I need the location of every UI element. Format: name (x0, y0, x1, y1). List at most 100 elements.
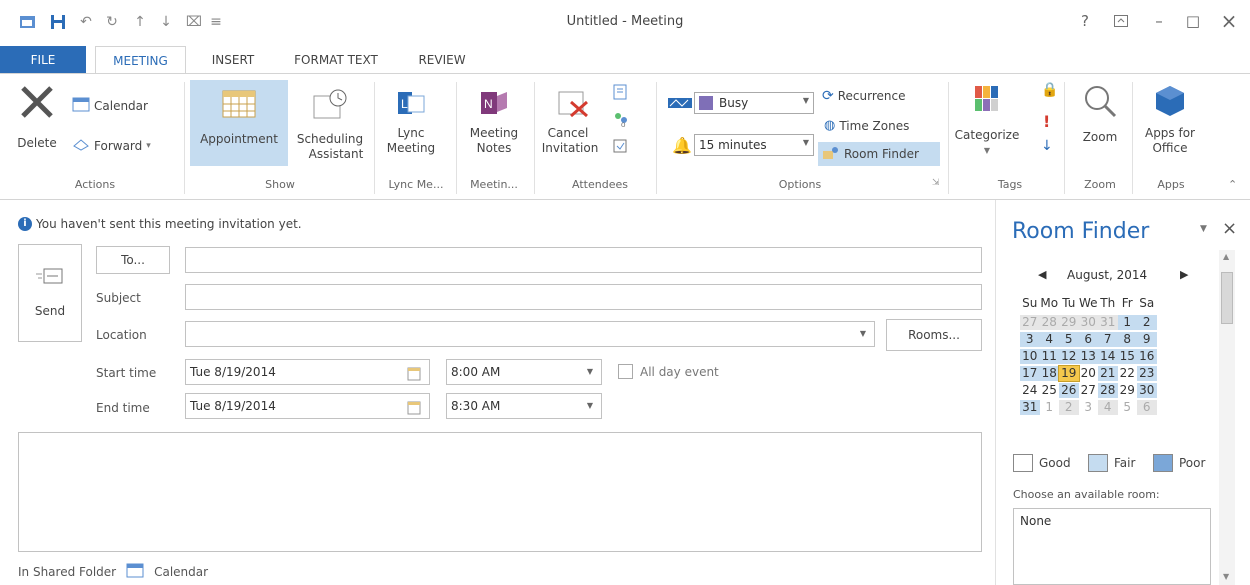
meeting-notes-button[interactable]: N Meeting Notes (462, 88, 526, 156)
apps-for-office-button[interactable]: Apps for Office (1138, 84, 1202, 156)
location-field[interactable]: ▼ (185, 321, 875, 347)
calendar-day[interactable]: 3 (1079, 400, 1099, 415)
calendar-day[interactable]: 17 (1020, 366, 1040, 381)
calendar-day[interactable]: 18 (1039, 366, 1059, 381)
check-names-icon[interactable]: o (612, 110, 630, 131)
response-options-icon[interactable] (612, 138, 628, 157)
calendar-day[interactable]: 2 (1137, 315, 1157, 330)
calendar-day[interactable]: 25 (1040, 383, 1060, 398)
calendar-day[interactable]: 2 (1059, 400, 1079, 415)
pane-options-icon[interactable]: ▼ (1200, 224, 1207, 234)
calendar-day[interactable]: 26 (1059, 383, 1079, 398)
calendar-day[interactable]: 27 (1020, 315, 1040, 330)
chevron-down-icon[interactable]: ▼ (860, 322, 866, 346)
delete-button[interactable]: Delete (14, 84, 60, 151)
calendar-day[interactable]: 10 (1020, 349, 1040, 364)
reminder-dropdown[interactable]: 15 minutes ▼ (694, 134, 814, 156)
to-field[interactable] (185, 247, 982, 273)
chevron-down-icon[interactable]: ▼ (587, 360, 593, 384)
calendar-day[interactable]: 6 (1078, 332, 1098, 347)
end-date-field[interactable]: Tue 8/19/2014 (185, 393, 430, 419)
calendar-day[interactable]: 9 (1137, 332, 1157, 347)
calendar-day[interactable]: 29 (1059, 315, 1079, 330)
calendar-day[interactable]: 20 (1079, 366, 1099, 381)
calendar-day[interactable]: 29 (1118, 383, 1138, 398)
minimize-button[interactable]: – (1146, 10, 1172, 32)
message-body[interactable] (18, 432, 982, 552)
address-book-icon[interactable] (612, 84, 628, 103)
appointment-button[interactable]: Appointment (190, 80, 288, 166)
calendar-day[interactable]: 6 (1137, 400, 1157, 415)
zoom-button[interactable]: Zoom (1074, 84, 1126, 145)
calendar-day[interactable]: 27 (1079, 383, 1099, 398)
start-time-field[interactable]: 8:00 AM ▼ (446, 359, 602, 385)
pane-scrollbar[interactable]: ▲ ▼ (1219, 250, 1235, 585)
calendar-day[interactable]: 31 (1098, 315, 1118, 330)
calendar-day-selected[interactable]: 19 (1058, 365, 1080, 382)
cancel-invitation-button[interactable]: Cancel Invitation (538, 88, 608, 156)
prev-month-icon[interactable]: ◀ (1038, 268, 1046, 281)
calendar-button[interactable]: Calendar (72, 96, 148, 115)
scrollbar-thumb[interactable] (1221, 272, 1233, 324)
calendar-day[interactable]: 28 (1039, 315, 1059, 330)
calendar-day[interactable]: 15 (1117, 349, 1137, 364)
calendar-day[interactable]: 23 (1137, 366, 1157, 381)
send-button[interactable]: Send (18, 244, 82, 342)
time-zones-button[interactable]: ◍ Time Zones (824, 118, 909, 133)
close-pane-icon[interactable]: × (1222, 218, 1237, 239)
next-month-icon[interactable]: ▶ (1180, 268, 1188, 281)
calendar-day[interactable]: 30 (1078, 315, 1098, 330)
private-lock-icon[interactable]: 🔒 (1041, 82, 1058, 98)
date-picker-icon[interactable] (407, 365, 421, 389)
recurrence-button[interactable]: ⟳ Recurrence (822, 88, 905, 104)
calendar-day[interactable]: 4 (1098, 400, 1118, 415)
calendar-day[interactable]: 30 (1137, 383, 1157, 398)
show-as-dropdown[interactable]: Busy ▼ (694, 92, 814, 114)
calendar-day[interactable]: 7 (1098, 332, 1118, 347)
tab-meeting[interactable]: MEETING (95, 46, 186, 74)
calendar-day[interactable]: 31 (1020, 400, 1040, 415)
room-list-item[interactable]: None (1020, 514, 1051, 528)
dialog-launcher-icon[interactable]: ⇲ (932, 178, 940, 188)
tab-file[interactable]: FILE (0, 46, 86, 74)
to-button[interactable]: To... (96, 246, 170, 274)
close-button[interactable]: × (1216, 9, 1242, 33)
high-importance-icon[interactable]: ! (1043, 112, 1050, 131)
calendar-day[interactable]: 21 (1098, 366, 1118, 381)
scheduling-assistant-button[interactable]: Scheduling Assistant (292, 80, 368, 162)
room-list[interactable]: None (1013, 508, 1211, 585)
tab-review[interactable]: REVIEW (402, 46, 482, 74)
calendar-day[interactable]: 13 (1078, 349, 1098, 364)
help-button[interactable]: ? (1072, 10, 1098, 32)
room-finder-button[interactable]: Room Finder (818, 142, 940, 166)
categorize-button[interactable]: Categorize ▼ (954, 84, 1020, 158)
scroll-down-icon[interactable]: ▼ (1223, 572, 1229, 581)
all-day-checkbox[interactable] (618, 364, 633, 379)
tab-insert[interactable]: INSERT (200, 46, 266, 74)
calendar-day[interactable]: 16 (1137, 349, 1157, 364)
chevron-down-icon[interactable]: ▼ (587, 394, 593, 418)
calendar-day[interactable]: 1 (1117, 315, 1137, 330)
calendar-day[interactable]: 5 (1118, 400, 1138, 415)
subject-field[interactable] (185, 284, 982, 310)
start-date-field[interactable]: Tue 8/19/2014 (185, 359, 430, 385)
calendar-day[interactable]: 24 (1020, 383, 1040, 398)
maximize-button[interactable]: □ (1180, 10, 1206, 32)
date-picker-icon[interactable] (407, 399, 421, 423)
collapse-ribbon-icon[interactable]: ⌃ (1228, 178, 1237, 191)
calendar-day[interactable]: 28 (1098, 383, 1118, 398)
calendar-day[interactable]: 11 (1039, 349, 1059, 364)
tab-format-text[interactable]: FORMAT TEXT (280, 46, 392, 74)
calendar-day[interactable]: 4 (1039, 332, 1059, 347)
calendar-day[interactable]: 5 (1059, 332, 1079, 347)
low-importance-icon[interactable]: ↓ (1041, 138, 1053, 154)
calendar-day[interactable]: 3 (1020, 332, 1040, 347)
calendar-day[interactable]: 12 (1059, 349, 1079, 364)
ribbon-display-options-icon[interactable] (1108, 10, 1134, 32)
calendar-day[interactable]: 8 (1117, 332, 1137, 347)
calendar-day[interactable]: 14 (1098, 349, 1118, 364)
calendar-day[interactable]: 1 (1040, 400, 1060, 415)
forward-button[interactable]: Forward ▾ (72, 136, 151, 155)
rooms-button[interactable]: Rooms... (886, 319, 982, 351)
scroll-up-icon[interactable]: ▲ (1223, 252, 1229, 261)
